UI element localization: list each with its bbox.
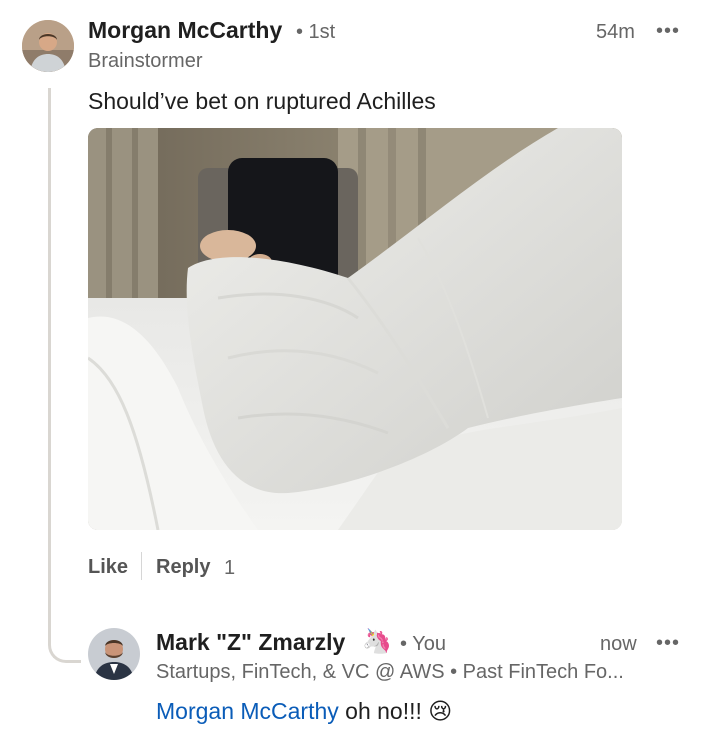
photo-bandaged-foot xyxy=(88,128,622,530)
reply-text-line: Morgan McCarthy oh no!!! 😢 xyxy=(156,698,452,725)
comment-connection-degree: • 1st xyxy=(296,21,336,43)
unicorn-icon: 🦄 xyxy=(362,628,392,655)
crying-face-icon: 😢 xyxy=(428,698,453,724)
avatar-mark[interactable] xyxy=(88,628,140,680)
reply-count: 1 xyxy=(224,557,236,579)
reply-author-headline: Startups, FinTech, & VC @ AWS • Past Fin… xyxy=(156,661,624,683)
avatar-morgan[interactable] xyxy=(22,20,74,72)
comment-author-headline: Brainstormer xyxy=(88,50,203,72)
reply-text: oh no!!! xyxy=(345,698,422,724)
reply-button[interactable]: Reply xyxy=(156,556,210,579)
comment-image[interactable] xyxy=(88,128,622,530)
reply-connection-degree: • You xyxy=(400,633,446,655)
comment-timestamp: 54m xyxy=(596,21,635,43)
like-button[interactable]: Like xyxy=(88,556,128,579)
avatar-morgan-photo xyxy=(22,20,74,72)
reply-timestamp: now xyxy=(600,633,637,655)
comment-more-options-icon[interactable]: ••• xyxy=(656,20,680,43)
mention-link[interactable]: Morgan McCarthy xyxy=(156,698,339,724)
actions-divider xyxy=(141,552,142,580)
thread-line-vertical xyxy=(48,88,51,644)
reply-more-options-icon[interactable]: ••• xyxy=(656,632,680,655)
comment-author-name[interactable]: Morgan McCarthy xyxy=(88,17,282,44)
thread-line-curve xyxy=(48,624,81,663)
reply-author-name[interactable]: Mark "Z" Zmarzly xyxy=(156,629,345,656)
comment-text: Should’ve bet on ruptured Achilles xyxy=(88,88,436,114)
avatar-mark-photo xyxy=(88,628,140,680)
